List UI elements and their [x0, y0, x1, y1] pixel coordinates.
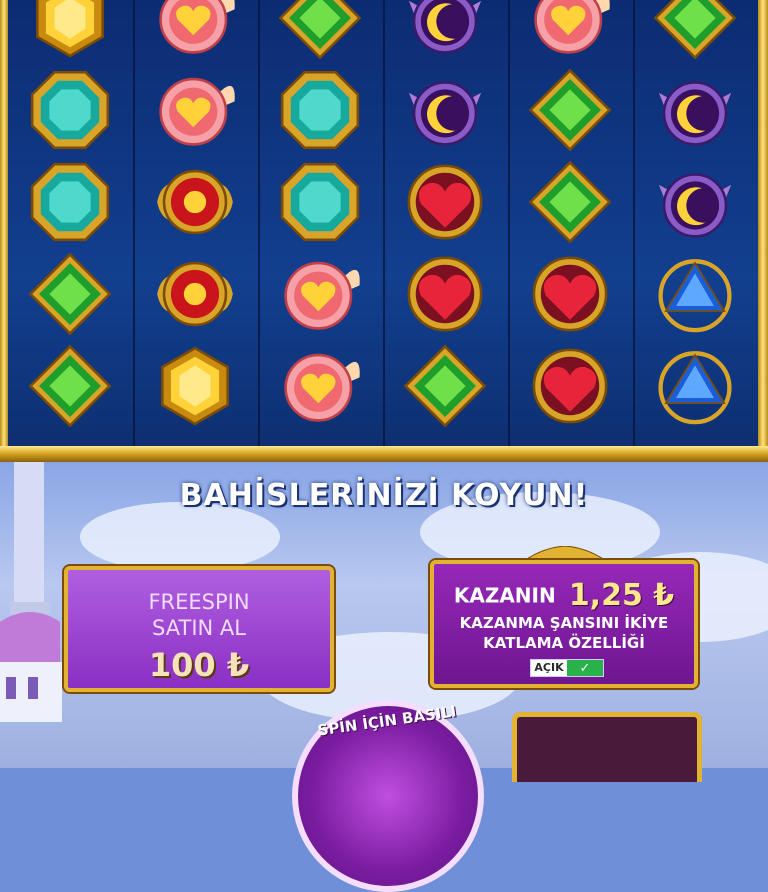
double-chance-description-line2: KATLAMA ÖZELLİĞİ	[483, 634, 645, 652]
green-gem-icon	[384, 340, 506, 432]
double-chance-toggle[interactable]: AÇIK ✓	[530, 659, 604, 677]
freespin-buy-label: SATIN AL	[152, 616, 246, 640]
freespin-buy-button[interactable]: FREESPIN SATIN AL 100 ₺	[64, 566, 334, 692]
freespin-label: FREESPIN	[148, 590, 250, 614]
red-heart-icon	[509, 340, 631, 432]
place-bets-headline: BAHİSLERİNİZİ KOYUN!	[179, 478, 589, 513]
toggle-state-label: AÇIK	[531, 660, 567, 676]
reel-frame-right	[758, 0, 768, 462]
double-chance-panel: KAZANIN 1,25 ₺ KAZANMA ŞANSINI İKİYE KAT…	[430, 560, 698, 688]
moon-crest-icon	[384, 0, 506, 64]
green-gem-icon	[259, 0, 381, 64]
double-chance-description-line1: KAZANMA ŞANSINI İKİYE	[459, 614, 669, 632]
reel-grid	[0, 0, 768, 462]
winged-heart-icon	[259, 340, 381, 432]
teal-gem-icon	[259, 64, 381, 156]
blue-gem-icon	[634, 340, 756, 432]
winged-heart-icon	[509, 0, 631, 64]
moon-crest-icon	[634, 156, 756, 248]
sun-medallion-icon	[134, 156, 256, 248]
reel-frame-bottom	[0, 446, 768, 462]
green-gem-icon	[9, 248, 131, 340]
win-label: KAZANIN	[453, 583, 556, 608]
green-gem-icon	[634, 0, 756, 64]
moon-crest-icon	[634, 64, 756, 156]
sun-medallion-icon	[134, 248, 256, 340]
winged-heart-icon	[134, 0, 256, 64]
reel-frame-left	[0, 0, 8, 462]
check-icon: ✓	[567, 660, 603, 676]
green-gem-icon	[509, 64, 631, 156]
green-gem-icon	[509, 156, 631, 248]
winged-heart-icon	[134, 64, 256, 156]
bet-amount: 1,25 ₺	[568, 578, 675, 613]
green-gem-icon	[9, 340, 131, 432]
gold-gem-icon	[9, 0, 131, 64]
teal-gem-icon	[9, 64, 131, 156]
info-panel	[512, 712, 702, 782]
freespin-price: 100 ₺	[148, 646, 250, 684]
teal-gem-icon	[259, 156, 381, 248]
red-heart-icon	[509, 248, 631, 340]
blue-gem-icon	[634, 248, 756, 340]
red-heart-icon	[384, 248, 506, 340]
red-heart-icon	[384, 156, 506, 248]
teal-gem-icon	[9, 156, 131, 248]
moon-crest-icon	[384, 64, 506, 156]
gold-gem-icon	[134, 340, 256, 432]
winged-heart-icon	[259, 248, 381, 340]
